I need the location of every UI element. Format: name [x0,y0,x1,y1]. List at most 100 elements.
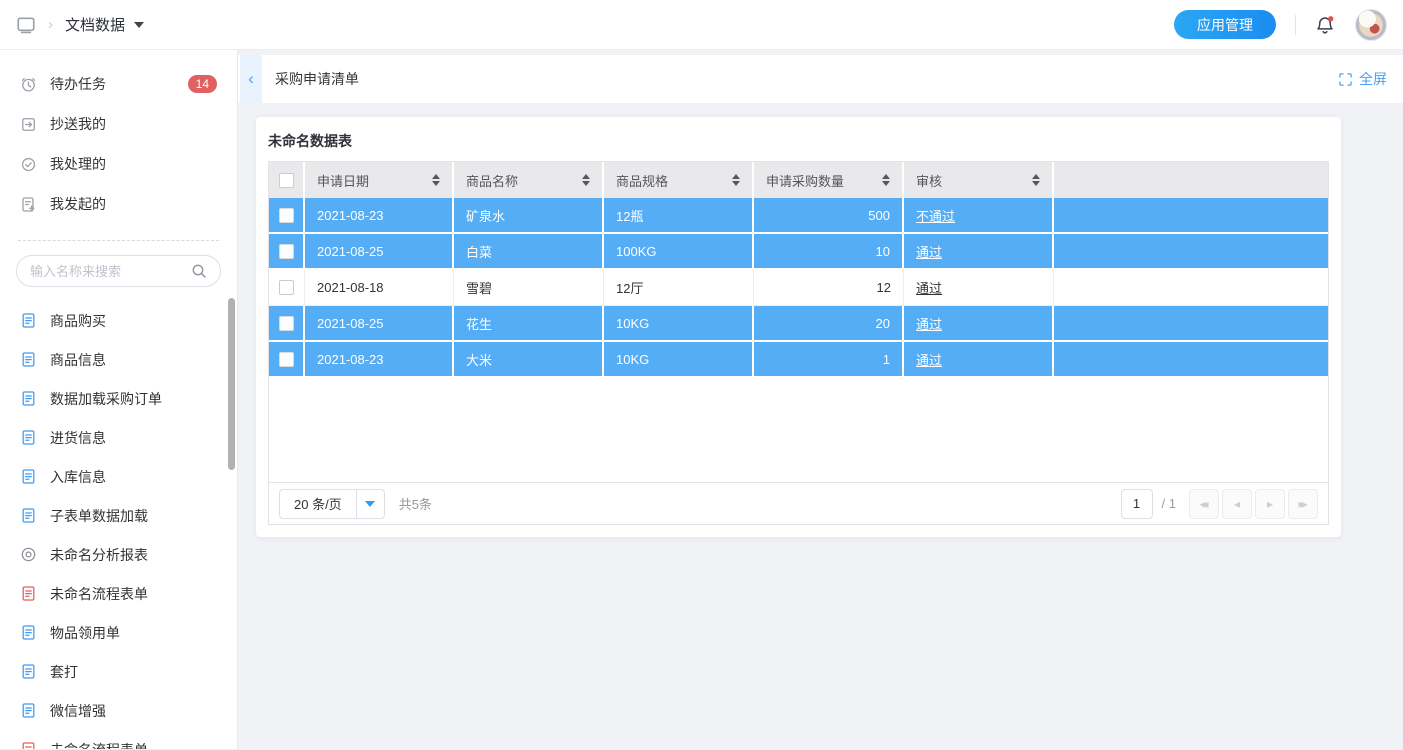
first-page-button[interactable]: ◂◂ [1189,489,1219,519]
total-count: 共5条 [399,494,432,513]
sidebar-form-item[interactable]: 未命名流程表单 [0,574,237,613]
page-size-select[interactable]: 20 条/页 [279,489,385,519]
cell-audit: 通过 [904,270,1054,305]
doc-icon [20,390,37,407]
breadcrumb[interactable]: 文档数据 [65,14,125,35]
doc-icon [20,741,37,749]
cell-apply-date: 2021-08-25 [305,234,454,268]
audit-link[interactable]: 通过 [916,350,942,369]
sidebar: 待办任务 14 抄送我的 我处理的 我发起的 [0,50,238,749]
breadcrumb-caret-icon[interactable] [134,22,144,28]
header-checkbox-cell [269,162,305,198]
app-manage-button[interactable]: 应用管理 [1174,10,1276,39]
doc-icon [20,507,37,524]
fullscreen-button[interactable]: 全屏 [1338,69,1387,89]
cell-filler [1054,306,1328,340]
audit-link[interactable]: 通过 [916,314,942,333]
back-button[interactable]: ‹ [240,55,262,103]
sidebar-form-item[interactable]: 套打 [0,652,237,691]
table-body: 2021-08-23 矿泉水 12瓶 500 不通过 2021-08-25 白菜… [269,198,1328,378]
last-page-button[interactable]: ▸▸ [1288,489,1318,519]
sidebar-form-item[interactable]: 物品领用单 [0,613,237,652]
form-label: 入库信息 [50,467,106,487]
next-page-button[interactable]: ▸ [1255,489,1285,519]
doc-icon [20,702,37,719]
fullscreen-label: 全屏 [1359,69,1387,89]
cell-product-name: 矿泉水 [454,198,604,232]
row-checkbox[interactable] [279,208,294,223]
sidebar-task-item[interactable]: 抄送我的 [0,104,237,144]
row-checkbox[interactable] [279,280,294,295]
sidebar-search [16,255,221,287]
sidebar-scrollbar[interactable] [228,298,235,470]
sidebar-form-item[interactable]: 未命名分析报表 [0,535,237,574]
table-row[interactable]: 2021-08-25 花生 10KG 20 通过 [269,306,1328,342]
row-checkbox[interactable] [279,316,294,331]
cell-audit: 通过 [904,306,1054,340]
cell-audit: 通过 [904,342,1054,376]
sort-icon[interactable] [432,174,440,186]
cell-filler [1054,198,1328,232]
topbar-divider [1295,15,1296,35]
report-icon [20,546,37,563]
audit-link[interactable]: 不通过 [916,206,955,225]
breadcrumb-separator-icon: › [48,16,53,33]
sidebar-form-item[interactable]: 进货信息 [0,418,237,457]
sidebar-task-item[interactable]: 我处理的 [0,144,237,184]
sidebar-form-item[interactable]: 微信增强 [0,691,237,730]
task-label: 待办任务 [50,74,106,94]
sidebar-form-item[interactable]: 未命名流程表单 [0,730,237,749]
row-checkbox-cell [269,198,305,232]
audit-link[interactable]: 通过 [916,242,942,261]
app-logo-icon[interactable] [16,15,36,35]
form-label: 套打 [50,662,78,682]
select-all-checkbox[interactable] [279,173,294,188]
sidebar-form-item[interactable]: 入库信息 [0,457,237,496]
fullscreen-icon [1338,72,1353,87]
cell-apply-date: 2021-08-23 [305,342,454,376]
table-row[interactable]: 2021-08-23 矿泉水 12瓶 500 不通过 [269,198,1328,234]
form-label: 商品购买 [50,311,106,331]
cell-product-spec: 12瓶 [604,198,754,232]
row-checkbox-cell [269,270,305,305]
avatar[interactable] [1355,9,1387,41]
sidebar-form-item[interactable]: 子表单数据加载 [0,496,237,535]
header-apply-date[interactable]: 申请日期 [305,162,454,198]
search-input[interactable] [30,264,191,279]
cell-filler [1054,342,1328,376]
sidebar-task-item[interactable]: 待办任务 14 [0,64,237,104]
sort-icon[interactable] [582,174,590,186]
sidebar-form-item[interactable]: 商品购买 [0,301,237,340]
row-checkbox[interactable] [279,244,294,259]
prev-page-button[interactable]: ◂ [1222,489,1252,519]
search-icon[interactable] [191,263,207,279]
sidebar-task-item[interactable]: 我发起的 [0,184,237,224]
table-row[interactable]: 2021-08-25 白菜 100KG 10 通过 [269,234,1328,270]
sort-icon[interactable] [732,174,740,186]
header-product-name[interactable]: 商品名称 [454,162,604,198]
cell-product-name: 雪碧 [454,270,604,305]
sort-icon[interactable] [1032,174,1040,186]
form-label: 未命名流程表单 [50,584,148,604]
header-quantity[interactable]: 申请采购数量 [754,162,904,198]
page-number-input[interactable] [1121,489,1153,519]
row-checkbox[interactable] [279,352,294,367]
doc-icon [20,312,37,329]
table-row[interactable]: 2021-08-18 雪碧 12厅 12 通过 [269,270,1328,306]
chevron-down-icon[interactable] [356,490,384,518]
sidebar-form-item[interactable]: 商品信息 [0,340,237,379]
form-label: 商品信息 [50,350,106,370]
sort-icon[interactable] [882,174,890,186]
sidebar-form-item[interactable]: 数据加载采购订单 [0,379,237,418]
task-list: 待办任务 14 抄送我的 我处理的 我发起的 [0,64,237,224]
audit-link[interactable]: 通过 [916,278,942,297]
data-card: 未命名数据表 申请日期 商品名称 商品规格 [256,117,1341,537]
header-audit[interactable]: 审核 [904,162,1054,198]
form-label: 微信增强 [50,701,106,721]
doc-icon [20,351,37,368]
notification-bell-icon[interactable] [1315,15,1335,35]
header-product-spec[interactable]: 商品规格 [604,162,754,198]
cell-audit: 不通过 [904,198,1054,232]
pagination-bar: 20 条/页 共5条 / 1 ◂◂ ◂ ▸ ▸▸ [269,482,1328,524]
table-row[interactable]: 2021-08-23 大米 10KG 1 通过 [269,342,1328,378]
